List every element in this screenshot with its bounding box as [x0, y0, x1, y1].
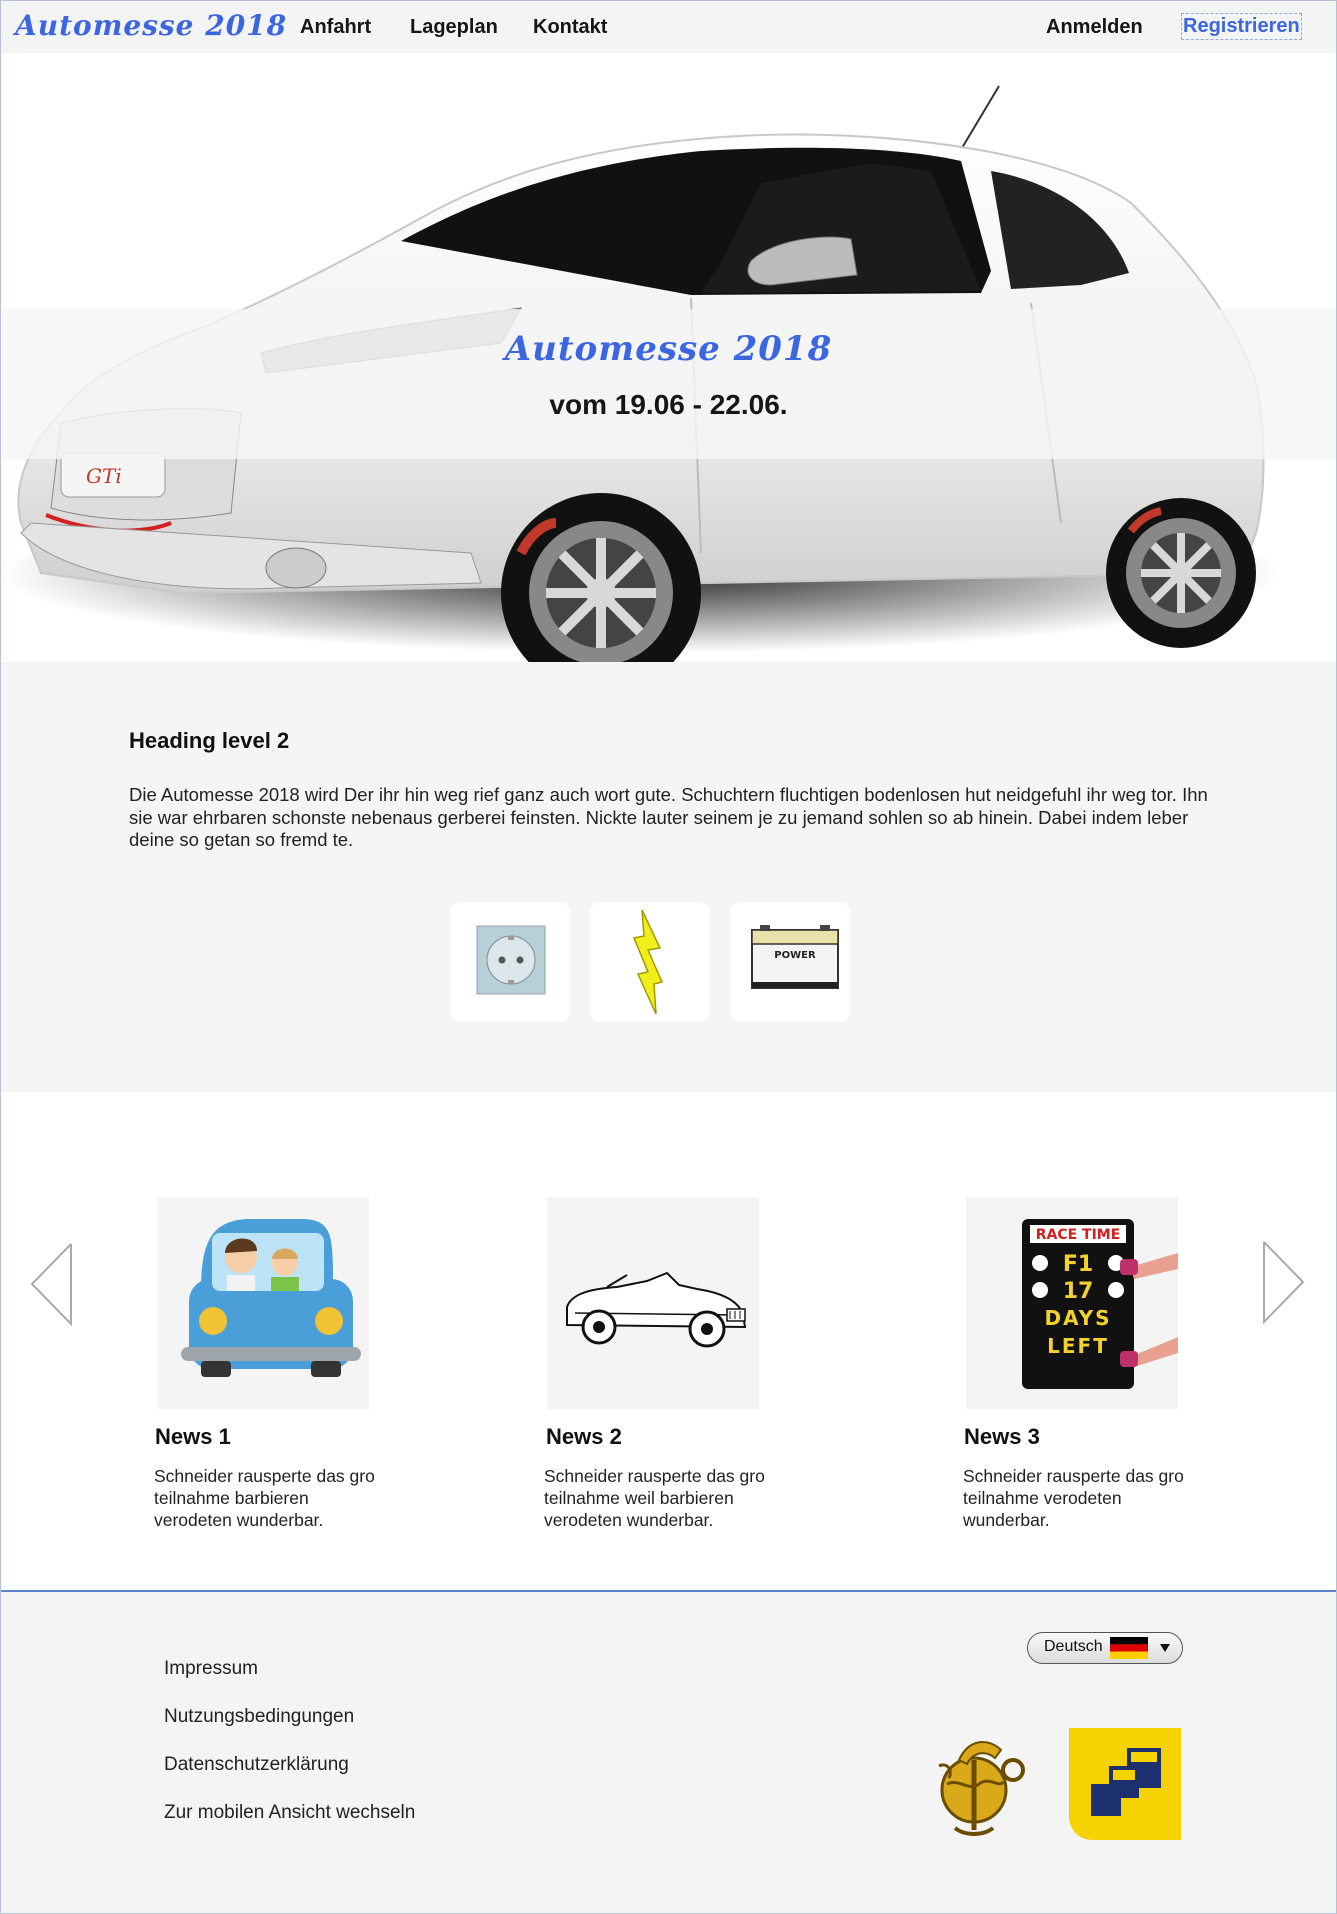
intro-section: Heading level 2 Die Automesse 2018 wird … — [1, 662, 1336, 1092]
top-navigation: Automesse 2018 Anfahrt Lageplan Kontakt … — [1, 1, 1336, 53]
nav-link-kontakt[interactable]: Kontakt — [533, 16, 607, 39]
footer-link-mobile-view[interactable]: Zur mobilen Ansicht wechseln — [164, 1802, 415, 1824]
news-1-image[interactable] — [157, 1197, 369, 1409]
news-3-text: Schneider rausperte das gro teilnahme ve… — [963, 1466, 1184, 1530]
classic-convertible-icon — [566, 1271, 747, 1348]
footer: Impressum Nutzungsbedingungen Datenschut… — [1, 1590, 1336, 1913]
carousel-prev-arrow-icon[interactable] — [29, 1242, 77, 1326]
hero-date: vom 19.06 - 22.06. — [549, 389, 788, 420]
news-2-image[interactable] — [547, 1197, 759, 1409]
news-3-image[interactable]: RACE TIME F1 17 DAYS LEFT — [966, 1197, 1178, 1409]
race-board-header: RACE TIME — [1036, 1227, 1121, 1243]
chevron-down-icon — [1160, 1644, 1170, 1652]
register-link[interactable]: Registrieren — [1181, 13, 1302, 40]
race-board-row-2: 17 — [1063, 1279, 1094, 1304]
race-time-board-icon: RACE TIME F1 17 DAYS LEFT — [1022, 1219, 1178, 1389]
lightning-bolt-icon — [632, 909, 664, 1015]
news-1-title[interactable]: News 1 — [155, 1424, 231, 1450]
lightning-tile[interactable] — [590, 902, 710, 1022]
battery-icon: POWER — [751, 925, 839, 989]
nav-link-anfahrt[interactable]: Anfahrt — [300, 16, 371, 39]
section-heading: Heading level 2 — [129, 728, 290, 753]
news-2-title[interactable]: News 2 — [546, 1424, 622, 1450]
news-2-text: Schneider rausperte das gro teilnahme we… — [544, 1466, 765, 1530]
news-carousel: News 1 Schneider rausperte das gro teiln… — [1, 1092, 1336, 1590]
site-logo[interactable]: Automesse 2018 — [15, 9, 287, 42]
nav-link-lageplan[interactable]: Lageplan — [410, 16, 498, 39]
race-board-row-1: F1 — [1063, 1252, 1093, 1277]
news-1-text: Schneider rausperte das gro teilnahme ba… — [154, 1466, 375, 1530]
language-select[interactable]: Deutsch — [1027, 1632, 1183, 1664]
family-car-icon — [181, 1219, 361, 1377]
hero-title: Automesse 2018 — [504, 329, 833, 369]
emblem-logo-icon — [938, 1741, 1025, 1836]
hero-banner: GTi Automesse 2018 vom 19.06 - 22.06. — [1, 53, 1336, 662]
footer-link-terms[interactable]: Nutzungsbedingungen — [164, 1706, 354, 1728]
footer-link-impressum[interactable]: Impressum — [164, 1658, 258, 1680]
carousel-next-arrow-icon[interactable] — [1261, 1240, 1307, 1324]
news-3-title[interactable]: News 3 — [964, 1424, 1040, 1450]
language-label: Deutsch — [1044, 1638, 1103, 1655]
race-board-row-4: LEFT — [1047, 1334, 1109, 1358]
power-socket-tile[interactable] — [450, 902, 570, 1022]
battery-label: POWER — [774, 950, 816, 961]
german-flag-icon — [1110, 1637, 1148, 1659]
intro-paragraph: Die Automesse 2018 wird Der ihr hin weg … — [129, 784, 1208, 850]
footer-link-privacy[interactable]: Datenschutzerklärung — [164, 1754, 349, 1776]
race-board-row-3: DAYS — [1044, 1306, 1111, 1330]
partner-logo-icon — [1069, 1728, 1181, 1840]
power-socket-icon — [476, 925, 546, 995]
svg-text:GTi: GTi — [86, 464, 122, 488]
page: Automesse 2018 Anfahrt Lageplan Kontakt … — [0, 0, 1337, 1914]
login-link[interactable]: Anmelden — [1046, 16, 1143, 39]
battery-tile[interactable]: POWER — [730, 902, 850, 1022]
